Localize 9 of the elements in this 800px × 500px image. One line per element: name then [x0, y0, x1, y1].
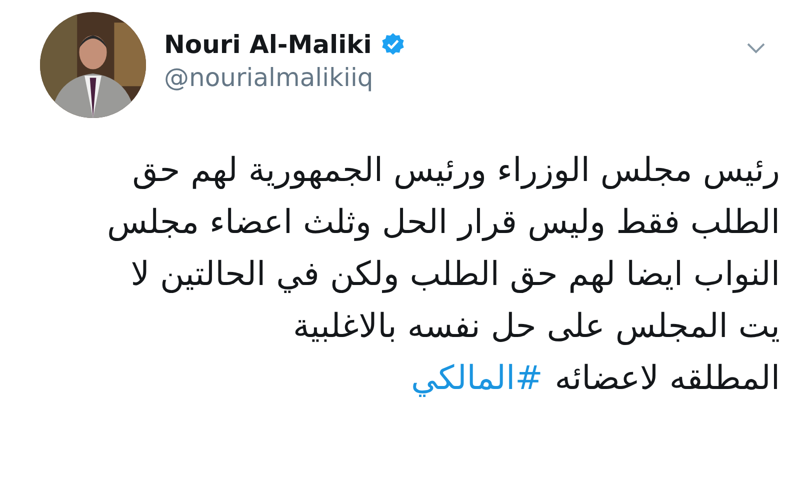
author-name: Nouri Al-Maliki [164, 30, 372, 59]
chevron-down-icon[interactable] [746, 42, 766, 54]
tweet-text: المطلقه لاعضائه [554, 358, 780, 397]
tweet-text: الطلب فقط وليس قرار الحل وثلث اعضاء مجلس [107, 202, 780, 241]
tweet-text: النواب ايضا لهم حق الطلب ولكن في الحالتين لا [130, 254, 780, 293]
tweet-text: يت المجلس على حل نفسه بالاغلبية [292, 306, 780, 345]
hashtag-link[interactable]: #المالكي [410, 358, 543, 397]
tweet-text: رئيس مجلس الوزراء ورئيس الجمهورية لهم حق [132, 150, 780, 189]
author-handle: @nourialmalikiiq [164, 63, 374, 92]
